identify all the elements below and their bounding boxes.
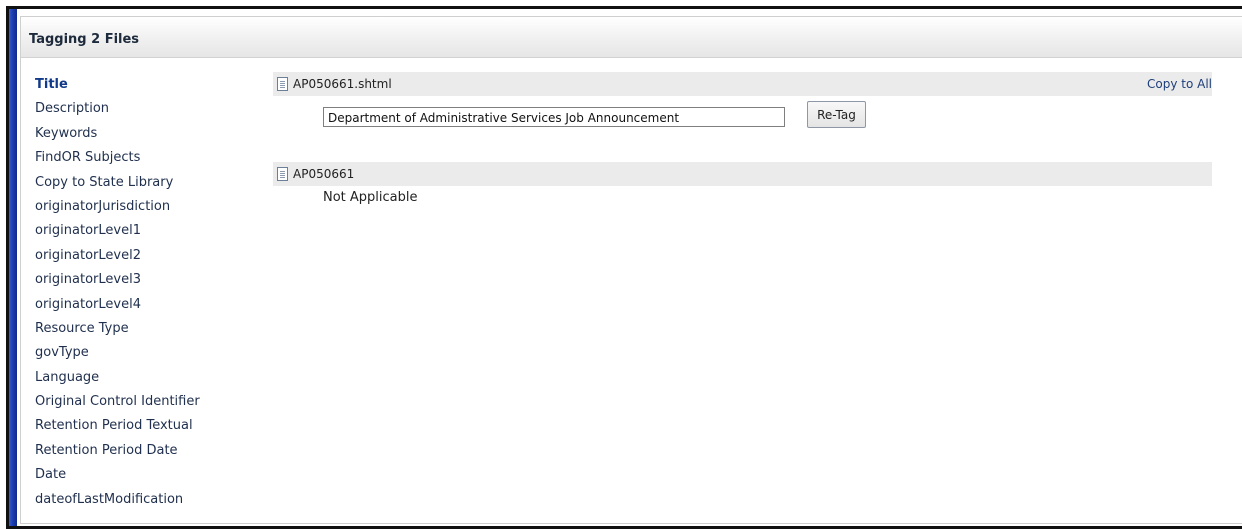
panel-header: Tagging 2 Files <box>21 17 1242 58</box>
title-tag-input[interactable] <box>323 107 785 127</box>
copy-to-all-link[interactable]: Copy to All <box>1147 72 1212 96</box>
field-item-findor-subjects[interactable]: FindOR Subjects <box>35 146 200 170</box>
re-tag-button[interactable]: Re-Tag <box>807 101 866 128</box>
file-block-shtml: AP050661.shtml Copy to All Re-Tag <box>273 72 1212 147</box>
field-item-originator-level3[interactable]: originatorLevel3 <box>35 268 200 292</box>
field-item-keywords[interactable]: Keywords <box>35 122 200 146</box>
document-icon <box>277 77 288 91</box>
field-item-retention-period-textual[interactable]: Retention Period Textual <box>35 414 200 438</box>
field-list: Title Description Keywords FindOR Subjec… <box>35 73 200 512</box>
field-item-retention-period-date[interactable]: Retention Period Date <box>35 439 200 463</box>
field-item-date-of-last-modification[interactable]: dateofLastModification <box>35 488 200 512</box>
field-item-originator-level1[interactable]: originatorLevel1 <box>35 219 200 243</box>
field-item-copy-to-state-library[interactable]: Copy to State Library <box>35 171 200 195</box>
not-applicable-text: Not Applicable <box>323 190 418 205</box>
field-item-originator-jurisdiction[interactable]: originatorJurisdiction <box>35 195 200 219</box>
file-bar: AP050661.shtml Copy to All <box>273 72 1212 96</box>
tagging-panel: Tagging 2 Files Title Description Keywor… <box>20 16 1242 524</box>
field-item-originator-level4[interactable]: originatorLevel4 <box>35 293 200 317</box>
file-name: AP050661.shtml <box>293 77 392 91</box>
field-item-date[interactable]: Date <box>35 463 200 487</box>
file-name: AP050661 <box>293 167 355 181</box>
file-bar: AP050661 <box>273 162 1212 186</box>
panel-title: Tagging 2 Files <box>29 32 140 47</box>
field-item-original-control-identifier[interactable]: Original Control Identifier <box>35 390 200 414</box>
file-block-plain: AP050661 Not Applicable <box>273 162 1212 222</box>
field-item-resource-type[interactable]: Resource Type <box>35 317 200 341</box>
document-icon <box>277 167 288 181</box>
field-item-language[interactable]: Language <box>35 366 200 390</box>
field-item-originator-level2[interactable]: originatorLevel2 <box>35 244 200 268</box>
window-accent-bar <box>9 9 17 526</box>
field-item-gov-type[interactable]: govType <box>35 341 200 365</box>
field-item-title[interactable]: Title <box>35 73 200 97</box>
field-item-description[interactable]: Description <box>35 97 200 121</box>
